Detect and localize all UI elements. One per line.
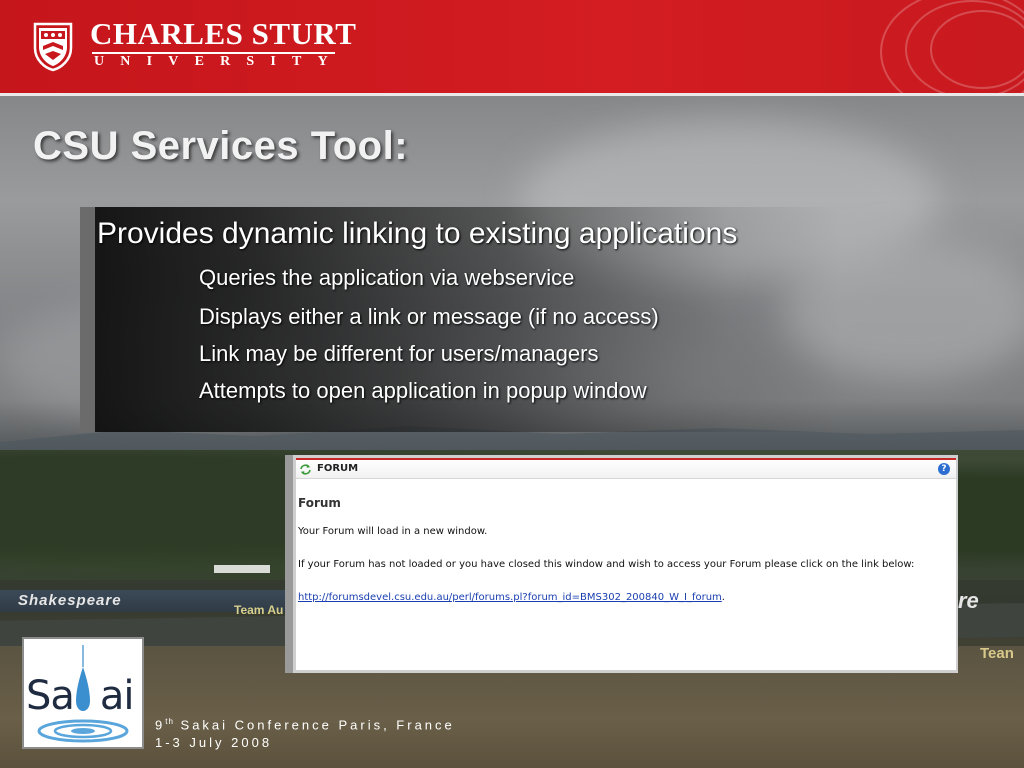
forum-message: If your Forum has not loaded or you have…	[298, 559, 915, 570]
bullet-main: Provides dynamic linking to existing app…	[97, 217, 738, 250]
forum-message: Your Forum will load in a new window.	[298, 526, 488, 537]
university-shield-icon	[33, 22, 73, 72]
forum-window: FORUM ? Forum Your Forum will load in a …	[296, 458, 956, 670]
sakai-word-left: Sa	[26, 673, 75, 719]
decorative-swirl	[930, 10, 1024, 89]
sub-bullet: Link may be different for users/managers	[199, 341, 599, 366]
help-icon[interactable]: ?	[938, 463, 950, 475]
forum-link[interactable]: http://forumsdevel.csu.edu.au/perl/forum…	[298, 592, 722, 603]
forum-link-line: http://forumsdevel.csu.edu.au/perl/forum…	[298, 592, 725, 603]
background-banner-team: Tean	[980, 645, 1014, 662]
conference-date: 1-3 July 2008	[155, 735, 273, 750]
brand-subtitle: UNIVERSITY	[94, 54, 344, 69]
sakai-word-right: ai	[99, 673, 135, 719]
sakai-logo: Sa ai	[22, 637, 144, 749]
background-stand	[214, 565, 270, 573]
forum-bar-title: FORUM	[317, 463, 359, 474]
conference-number: 9	[155, 717, 166, 733]
background-banner-right: re	[958, 588, 979, 613]
sakai-wordmark: Sa ai	[26, 673, 135, 719]
university-header: CHARLES STURT UNIVERSITY	[0, 0, 1024, 96]
forum-titlebar: FORUM ?	[296, 460, 956, 479]
forum-heading: Forum	[298, 496, 341, 510]
slide: Shakespeare Team Au re Tean CHARLES STUR…	[0, 0, 1024, 768]
background-banner-left: Shakespeare	[18, 592, 122, 609]
brand-name: CHARLES STURT	[90, 16, 357, 51]
background-banner-mid: Team Au	[234, 603, 284, 617]
forum-link-suffix: .	[721, 592, 725, 603]
refresh-icon[interactable]	[299, 463, 312, 476]
sub-bullet: Queries the application via webservice	[199, 265, 575, 290]
slide-title: CSU Services Tool:	[33, 124, 409, 168]
sub-bullet: Displays either a link or message (if no…	[199, 304, 659, 329]
conference-ordinal: th	[165, 717, 174, 726]
sub-bullet: Attempts to open application in popup wi…	[199, 378, 647, 403]
conference-line: 9th Sakai Conference Paris, France	[155, 717, 455, 732]
conference-name: Sakai Conference Paris, France	[173, 717, 455, 733]
